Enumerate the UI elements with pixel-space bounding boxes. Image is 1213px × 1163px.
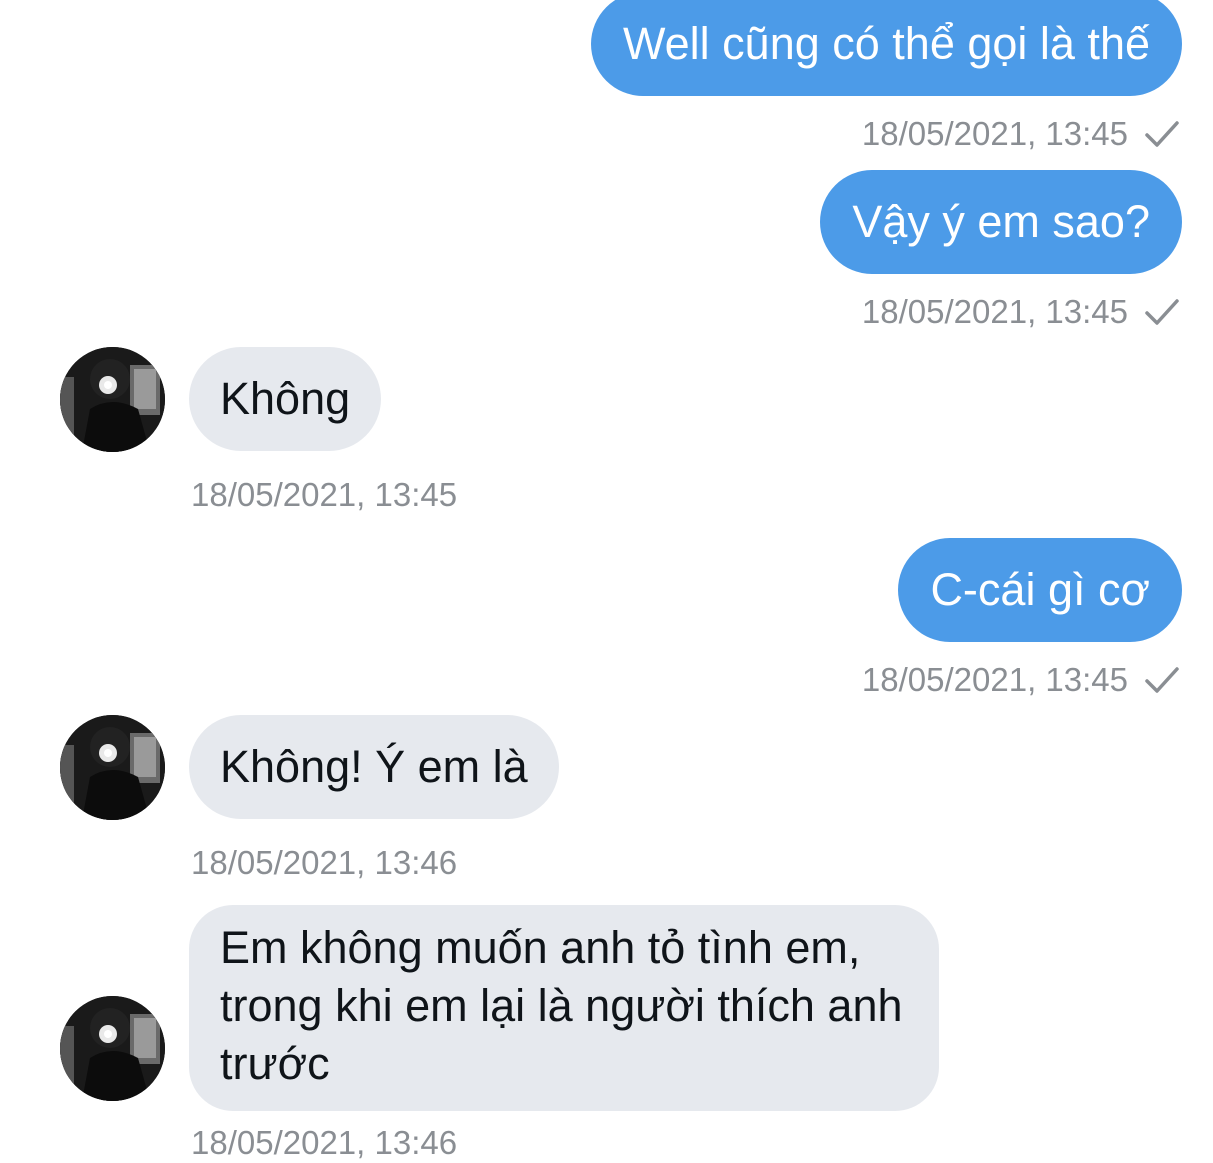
message-timestamp: 18/05/2021, 13:45 [191, 476, 458, 513]
check-icon [1145, 121, 1179, 147]
outgoing-message-bubble[interactable]: Vậy ý em sao? [820, 170, 1182, 274]
message-timestamp: 18/05/2021, 13:45 [861, 293, 1128, 330]
message-text: C-cái gì cơ [930, 564, 1150, 615]
message-text: Không! Ý em là [220, 741, 528, 792]
message-text: Không [220, 373, 351, 424]
outgoing-message-bubble[interactable]: Well cũng có thể gọi là thế [591, 0, 1182, 96]
check-icon [1145, 667, 1179, 693]
contact-avatar[interactable] [60, 996, 165, 1101]
message-meta: 18/05/2021, 13:45 [862, 292, 1182, 332]
message-timestamp: 18/05/2021, 13:46 [191, 844, 458, 881]
message-meta: 18/05/2021, 13:45 [862, 114, 1182, 154]
incoming-message-bubble[interactable]: Em không muốn anh tỏ tình em, trong khi … [189, 905, 939, 1111]
message-timestamp: 18/05/2021, 13:46 [191, 1124, 458, 1161]
message-meta: 18/05/2021, 13:45 [862, 660, 1182, 700]
message-timestamp: 18/05/2021, 13:45 [861, 661, 1128, 698]
incoming-message-bubble[interactable]: Không [189, 347, 382, 451]
message-text: Vậy ý em sao? [852, 196, 1150, 247]
check-icon [1145, 299, 1179, 325]
message-timestamp: 18/05/2021, 13:45 [861, 115, 1128, 152]
message-text: Em không muốn anh tỏ tình em, trong khi … [220, 922, 903, 1089]
incoming-message-bubble[interactable]: Không! Ý em là [189, 715, 559, 819]
contact-avatar[interactable] [60, 715, 165, 820]
message-text: Well cũng có thể gọi là thế [623, 18, 1150, 69]
contact-avatar[interactable] [60, 347, 165, 452]
outgoing-message-bubble[interactable]: C-cái gì cơ [898, 538, 1182, 642]
